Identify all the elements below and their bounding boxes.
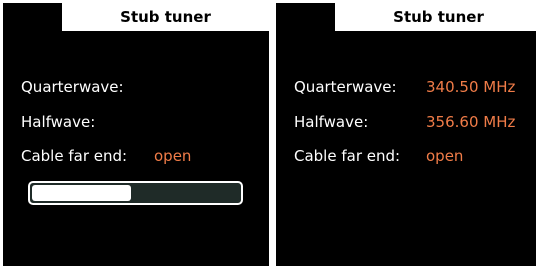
quarterwave-value: 340.50 MHz: [426, 78, 516, 96]
quarterwave-label: Quarterwave:: [21, 78, 124, 96]
stub-tuner-panel-progress: Stub tuner Quarterwave: Halfwave: Cable …: [3, 3, 269, 266]
cable-far-end-row: Cable far end: open: [21, 145, 269, 167]
halfwave-row: Halfwave: 356.60 MHz: [294, 111, 536, 133]
panel-title: Stub tuner: [335, 3, 536, 31]
tuning-progress-fill: [32, 185, 132, 201]
halfwave-row: Halfwave:: [21, 111, 269, 133]
cable-far-end-value: open: [426, 147, 464, 165]
quarterwave-label: Quarterwave:: [294, 78, 397, 96]
quarterwave-row: Quarterwave: 340.50 MHz: [294, 76, 536, 98]
panel-title: Stub tuner: [62, 3, 269, 31]
tuning-progress-bar: [28, 181, 243, 205]
cable-far-end-label: Cable far end:: [21, 147, 128, 165]
halfwave-value: 356.60 MHz: [426, 113, 516, 131]
halfwave-label: Halfwave:: [21, 113, 96, 131]
cable-far-end-value: open: [154, 147, 192, 165]
cable-far-end-row: Cable far end: open: [294, 145, 536, 167]
halfwave-label: Halfwave:: [294, 113, 369, 131]
stub-tuner-panel-results: Stub tuner Quarterwave: 340.50 MHz Halfw…: [276, 3, 536, 266]
cable-far-end-label: Cable far end:: [294, 147, 401, 165]
quarterwave-row: Quarterwave:: [21, 76, 269, 98]
